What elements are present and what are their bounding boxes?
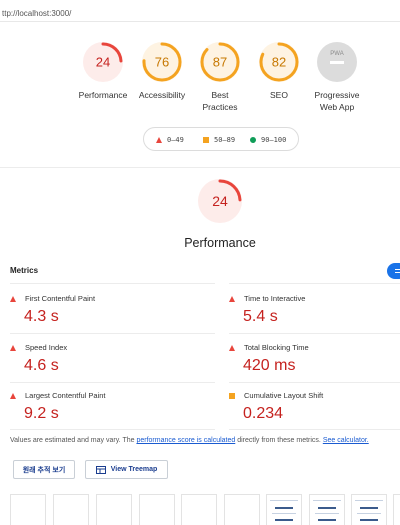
filmstrip-frame — [96, 494, 132, 525]
gauge-label: Best Practices — [202, 90, 238, 112]
metric-value: 0.234 — [243, 405, 284, 422]
metric-name: Total Blocking Time — [244, 343, 309, 352]
gauge-label: SEO — [270, 90, 288, 100]
performance-score-link[interactable]: performance score is calculated — [136, 437, 235, 444]
gauge-ring: 76 — [142, 42, 182, 82]
toggle-line — [395, 272, 400, 274]
score-legend: 0–49 50–89 90–100 — [143, 127, 299, 151]
pwa-badge-text: PWA — [330, 51, 343, 57]
metric-divider — [10, 429, 215, 430]
url-text: ttp://localhost:3000/ — [2, 9, 72, 18]
filmstrip-frame — [351, 494, 387, 525]
note-text: directly from these metrics. — [235, 437, 323, 444]
view-original-trace-button[interactable]: 원래 추적 보기 — [13, 460, 75, 479]
pwa-badge-icon: PWA — [317, 42, 357, 82]
gauge-seo[interactable]: 82 SEO — [253, 40, 305, 101]
fail-triangle-icon — [229, 345, 235, 351]
filmstrip-frame — [181, 494, 217, 525]
metric-speed-index: Speed Index 4.6 s — [10, 343, 180, 375]
toggle-line — [395, 269, 400, 271]
gauge-score: 82 — [272, 55, 286, 70]
gauge-score: 87 — [213, 55, 227, 70]
metric-value: 4.3 s — [24, 308, 59, 325]
see-calculator-link[interactable]: See calculator. — [323, 437, 369, 444]
metric-divider — [10, 283, 215, 284]
gauge-label: Accessibility — [138, 90, 186, 100]
performance-title: Performance — [184, 236, 256, 250]
metric-value: 4.6 s — [24, 357, 59, 374]
performance-score: 24 — [212, 193, 228, 209]
gauge-label: Progressive Web App — [314, 90, 360, 112]
metrics-view-toggle[interactable] — [387, 263, 400, 279]
metric-name: Speed Index — [25, 343, 68, 352]
gauge-ring: 24 — [198, 179, 242, 223]
metric-first-contentful-paint: First Contentful Paint 4.3 s — [10, 294, 180, 326]
metric-largest-contentful-paint: Largest Contentful Paint 9.2 s — [10, 391, 180, 423]
legend-pass-range: 90–100 — [261, 136, 287, 144]
metrics-heading: Metrics — [10, 266, 39, 275]
filmstrip-frame — [53, 494, 89, 525]
filmstrip-frame — [393, 494, 400, 525]
fail-triangle-icon — [10, 345, 16, 351]
gauge-pwa[interactable]: PWA Progressive Web App — [311, 40, 363, 113]
fail-triangle-icon — [229, 296, 235, 302]
metrics-disclaimer: Values are estimated and may vary. The p… — [10, 437, 369, 444]
gauge-performance[interactable]: 24 Performance — [77, 40, 129, 101]
button-label: View Treemap — [110, 466, 158, 473]
metric-value: 5.4 s — [243, 308, 278, 325]
gauge-label: Performance — [78, 90, 128, 100]
metric-divider — [229, 429, 400, 430]
metric-value: 420 ms — [243, 357, 296, 374]
gauge-ring: 82 — [259, 42, 299, 82]
performance-gauge-large: 24 — [196, 177, 244, 230]
gauge-best-practices[interactable]: 87 Best Practices — [194, 40, 246, 113]
metric-value: 9.2 s — [24, 405, 59, 422]
gauge-ring: 87 — [200, 42, 240, 82]
note-text: Values are estimated and may vary. The — [10, 437, 137, 444]
square-icon — [203, 137, 209, 143]
button-label: 원래 추적 보기 — [22, 466, 66, 474]
legend-fail-range: 0–49 — [167, 136, 184, 144]
metric-name: Cumulative Layout Shift — [244, 391, 324, 400]
metric-divider — [10, 382, 215, 383]
section-divider — [0, 167, 400, 168]
address-bar[interactable]: ttp://localhost:3000/ — [0, 0, 400, 22]
gauge-score: 76 — [155, 55, 169, 70]
legend-average: 50–89 — [203, 136, 235, 144]
gauge-ring: 24 — [83, 42, 123, 82]
treemap-icon — [95, 465, 106, 474]
legend-average-range: 50–89 — [214, 136, 236, 144]
gauge-score: 24 — [96, 55, 110, 70]
filmstrip-frame — [139, 494, 175, 525]
metric-time-to-interactive: Time to Interactive 5.4 s — [229, 294, 399, 326]
metric-name: First Contentful Paint — [25, 294, 96, 303]
filmstrip-frame — [10, 494, 46, 525]
metric-cumulative-layout-shift: Cumulative Layout Shift 0.234 — [229, 391, 399, 423]
filmstrip-frame — [224, 494, 260, 525]
view-treemap-button[interactable]: View Treemap — [85, 460, 168, 479]
average-square-icon — [229, 393, 235, 399]
metric-divider — [229, 382, 400, 383]
legend-fail: 0–49 — [156, 136, 184, 144]
legend-pass: 90–100 — [250, 136, 286, 144]
gauge-accessibility[interactable]: 76 Accessibility — [136, 40, 188, 101]
filmstrip-frame — [266, 494, 302, 525]
metric-divider — [229, 283, 400, 284]
metric-name: Time to Interactive — [244, 294, 306, 303]
circle-icon — [250, 137, 256, 143]
metric-divider — [229, 333, 400, 334]
triangle-icon — [156, 137, 162, 143]
filmstrip-frame — [309, 494, 345, 525]
metric-name: Largest Contentful Paint — [25, 391, 106, 400]
metric-total-blocking-time: Total Blocking Time 420 ms — [229, 343, 399, 375]
metric-divider — [10, 333, 215, 334]
fail-triangle-icon — [10, 393, 16, 399]
fail-triangle-icon — [10, 296, 16, 302]
